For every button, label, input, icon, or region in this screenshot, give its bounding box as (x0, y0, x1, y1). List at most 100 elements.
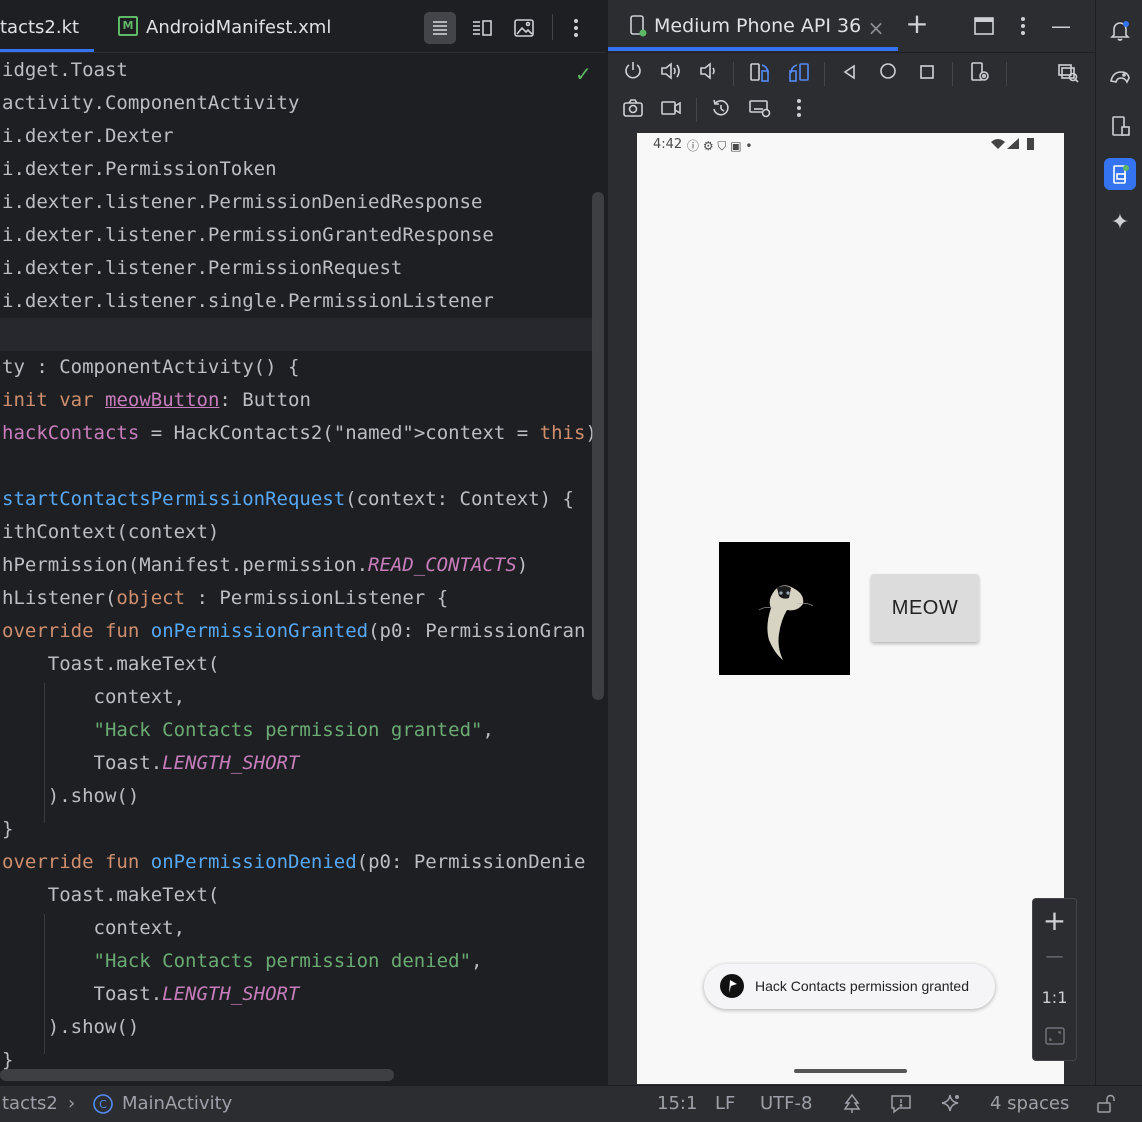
lines-icon (433, 21, 447, 35)
status-notification-icons: ⓘ ⚙ ⛉ ▣ • (687, 139, 753, 153)
more-options-button[interactable] (560, 12, 592, 44)
more-vertical-icon[interactable] (1011, 16, 1035, 41)
split-view-button[interactable] (466, 12, 498, 44)
gemini-agent-icon[interactable] (1104, 60, 1136, 92)
code-line: i.dexter.listener.PermissionGrantedRespo… (2, 224, 494, 246)
line-separator[interactable]: LF (715, 1086, 735, 1122)
toolbar-divider (733, 62, 734, 86)
code-line: context, (2, 686, 186, 708)
rotate-right-icon[interactable] (787, 61, 811, 88)
code-line: hListener(object : PermissionListener { (2, 587, 449, 609)
code-line: idget.Toast (2, 59, 128, 81)
volume-down-icon[interactable] (697, 61, 721, 86)
code-line: i.dexter.listener.PermissionRequest (2, 257, 403, 279)
editor-horizontal-scrollbar[interactable] (0, 1069, 394, 1081)
ai-sparkle-icon[interactable]: ✦ (1104, 206, 1136, 238)
zoom-actual-size-button[interactable]: 1:1 (1033, 986, 1076, 1010)
breadcrumb-file[interactable]: tacts2 (2, 1086, 58, 1122)
code-line: startContactsPermissionRequest(context: … (2, 488, 574, 510)
code-line: hackContacts = HackContacts2("named">con… (2, 422, 597, 444)
device-explorer-icon[interactable] (1056, 61, 1080, 88)
tab-android-manifest[interactable]: M AndroidManifest.xml (118, 0, 331, 52)
device-tab-bar: Medium Phone API 36 × + — (608, 0, 1095, 53)
code-line: } (2, 818, 14, 840)
tree-icon[interactable] (842, 1093, 862, 1119)
tab-label: tacts2.kt (0, 17, 80, 38)
status-bar: tacts2 › C MainActivity 15:1 LF UTF-8 4 … (0, 1085, 1142, 1122)
toast-message: Hack Contacts permission granted (704, 964, 995, 1009)
toolbar-divider (552, 14, 553, 40)
code-line: hPermission(Manifest.permission.READ_CON… (2, 554, 529, 576)
minimize-icon[interactable]: — (1049, 14, 1073, 38)
image-icon (514, 19, 534, 37)
rotate-left-icon[interactable] (748, 61, 772, 88)
zoom-controls: + — 1:1 (1032, 898, 1077, 1061)
ai-assist-icon[interactable] (940, 1093, 962, 1120)
code-line: ).show() (2, 785, 140, 807)
volume-up-icon[interactable] (659, 61, 683, 86)
design-view-button[interactable] (508, 12, 540, 44)
active-tab-indicator (0, 49, 94, 52)
running-devices-icon[interactable] (1104, 158, 1136, 190)
more-vertical-icon (574, 19, 578, 37)
overview-icon[interactable] (915, 61, 939, 85)
camera-icon[interactable] (621, 98, 645, 123)
class-icon: C (92, 1093, 114, 1121)
active-tab-indicator (608, 47, 898, 51)
notifications-bell-icon[interactable] (1104, 14, 1136, 46)
toolbar-divider (696, 98, 697, 122)
status-time: 4:42 (653, 137, 683, 152)
reset-icon[interactable] (709, 98, 733, 123)
more-vertical-icon[interactable] (787, 98, 811, 123)
editor-vertical-scrollbar[interactable] (592, 192, 604, 700)
code-line: context, (2, 917, 186, 939)
add-device-icon[interactable]: + (904, 10, 930, 38)
code-line: Toast.makeText( (2, 653, 220, 675)
code-line: i.dexter.listener.single.PermissionListe… (2, 290, 494, 312)
running-devices-panel: Medium Phone API 36 × + — 4:42 ⓘ ⚙ ⛉ ▣ •… (607, 0, 1095, 1085)
app-icon (720, 974, 744, 998)
gesture-home-bar[interactable] (794, 1069, 907, 1073)
split-icon (473, 20, 492, 36)
file-encoding[interactable]: UTF-8 (760, 1086, 812, 1122)
code-line: ).show() (2, 1016, 140, 1038)
code-line: i.dexter.PermissionToken (2, 158, 277, 180)
code-line: activity.ComponentActivity (2, 92, 300, 114)
tab-kotlin-file[interactable]: tacts2.kt (0, 0, 79, 52)
breadcrumb-class[interactable]: MainActivity (122, 1086, 232, 1122)
svg-text:C: C (99, 1098, 107, 1111)
code-line: Toast.LENGTH_SHORT (2, 983, 300, 1005)
power-icon[interactable] (621, 61, 645, 86)
indent-setting[interactable]: 4 spaces (990, 1086, 1069, 1122)
code-line: i.dexter.listener.PermissionDeniedRespon… (2, 191, 483, 213)
status-signal-icons (989, 137, 1037, 154)
keyboard-settings-icon[interactable] (748, 98, 772, 123)
zoom-in-button[interactable]: + (1033, 905, 1076, 937)
code-editor[interactable]: tacts2.kt M AndroidManifest.xml ✓ idget.T… (0, 0, 606, 1085)
device-manager-icon[interactable] (1104, 110, 1136, 142)
toast-text: Hack Contacts permission granted (755, 978, 969, 994)
toolbar-divider (952, 62, 953, 86)
problems-icon[interactable] (890, 1094, 912, 1119)
close-tab-icon[interactable]: × (866, 16, 886, 40)
device-screen[interactable]: 4:42 ⓘ ⚙ ⛉ ▣ • MEOW Hack Contacts permis… (637, 133, 1064, 1084)
zoom-out-button[interactable]: — (1033, 945, 1076, 969)
cat-image (719, 542, 850, 675)
window-mode-icon[interactable] (972, 16, 996, 40)
no-problems-check-icon[interactable]: ✓ (575, 62, 592, 86)
code-line: override fun onPermissionDenied(p0: Perm… (2, 851, 586, 873)
back-icon[interactable] (838, 61, 862, 85)
meow-button[interactable]: MEOW (871, 574, 979, 642)
code-line: "Hack Contacts permission denied", (93, 950, 483, 972)
device-tab-label[interactable]: Medium Phone API 36 (654, 15, 861, 37)
zoom-fit-icon[interactable] (1044, 1026, 1066, 1050)
home-icon[interactable] (876, 61, 900, 85)
caret-row-highlight (0, 318, 593, 351)
caret-position[interactable]: 15:1 (657, 1086, 697, 1122)
code-line: "Hack Contacts permission granted", (93, 719, 494, 741)
screen-record-icon[interactable] (659, 98, 683, 122)
device-settings-icon[interactable] (968, 61, 992, 88)
lock-open-icon[interactable] (1096, 1094, 1116, 1119)
right-tool-window-bar: ✦ (1095, 0, 1142, 1085)
code-view-button[interactable] (424, 12, 456, 44)
